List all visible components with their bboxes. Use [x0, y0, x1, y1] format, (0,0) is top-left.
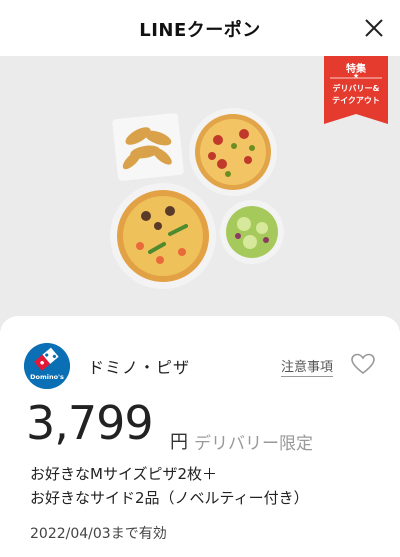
logo-wordmark: Domino's — [30, 373, 64, 381]
brand-logo: Domino's — [24, 343, 70, 389]
header-bar: LINEクーポン — [0, 0, 400, 56]
coupon-hero-image: 特集 ★ デリバリー& テイクアウト — [0, 56, 400, 332]
description-line-1: お好きなMサイズピザ2枚＋ — [30, 465, 218, 483]
expiry-date: 2022/04/03まで有効 — [30, 526, 167, 542]
close-button[interactable] — [362, 16, 386, 40]
favorite-button[interactable] — [350, 352, 376, 376]
coupon-price: 3,799 — [26, 396, 154, 450]
badge-line-2: テイクアウト — [332, 96, 380, 105]
header-title: LINEクーポン — [139, 20, 261, 41]
heart-icon — [351, 353, 375, 375]
price-condition: デリバリー限定 — [194, 434, 313, 454]
coupon-card: Domino's ドミノ・ピザ 注意事項 3,799 円 デリバリー限定 お好き… — [0, 316, 400, 557]
dominos-logo-icon: Domino's — [24, 343, 70, 389]
price-unit: 円 — [170, 432, 188, 453]
badge-line-1: デリバリー& — [332, 84, 380, 93]
feature-badge: 特集 ★ デリバリー& テイクアウト — [324, 56, 388, 124]
coupon-description: お好きなMサイズピザ2枚＋ お好きなサイド2品（ノベルティー付き） — [30, 462, 390, 510]
badge-star: ★ — [352, 72, 360, 80]
notes-link[interactable]: 注意事項 — [281, 356, 334, 377]
close-icon — [365, 19, 383, 37]
brand-name: ドミノ・ピザ — [88, 358, 191, 377]
description-line-2: お好きなサイド2品（ノベルティー付き） — [30, 489, 309, 507]
